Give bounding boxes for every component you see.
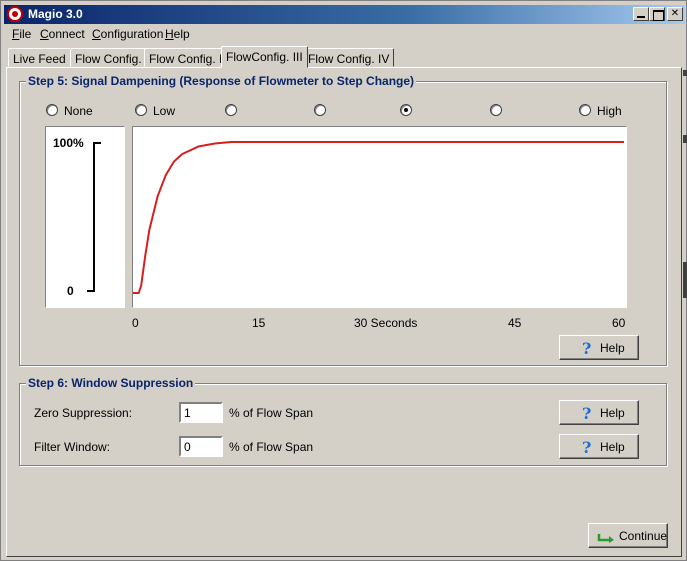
help-label: Help: [600, 440, 625, 454]
right-edge-artifact: [683, 70, 687, 76]
menu-bar: File Connect Configuration Help: [4, 25, 685, 43]
maximize-button[interactable]: [649, 7, 665, 21]
x-tick-15: 15: [252, 316, 266, 330]
scale-bracket: [87, 142, 101, 292]
menu-configuration[interactable]: Configuration: [92, 27, 163, 41]
right-edge-artifact: [683, 262, 687, 298]
help-icon: ?: [582, 339, 592, 358]
close-button[interactable]: ✕: [667, 7, 683, 21]
x-tick-45: 45: [508, 316, 522, 330]
radio-circle[interactable]: [490, 104, 502, 116]
right-edge-artifact: [683, 135, 687, 143]
scale-panel: 100% 0: [45, 126, 125, 308]
radio-circle[interactable]: [579, 104, 591, 116]
app-logo-icon: [7, 6, 23, 22]
continue-arrow-icon: [597, 534, 614, 543]
help-icon: ?: [582, 404, 592, 423]
tab-flow-config-3[interactable]: FlowConfig. III: [221, 46, 308, 68]
continue-button[interactable]: Continue: [588, 523, 668, 548]
window-title: Magio 3.0: [28, 7, 83, 21]
zero-suppression-label: Zero Suppression:: [34, 406, 133, 420]
x-tick-60: 60: [612, 316, 626, 330]
app-window: Magio 3.0 ✕ File Connect Configuration H…: [0, 0, 687, 561]
radio-label: High: [597, 104, 622, 118]
filter-window-label: Filter Window:: [34, 440, 111, 454]
radio-circle[interactable]: [314, 104, 326, 116]
filter-window-unit: % of Flow Span: [229, 440, 314, 454]
menu-file[interactable]: File: [12, 27, 31, 41]
tab-flow-config-1[interactable]: Flow Config. I: [70, 48, 154, 67]
zero-suppression-input[interactable]: [179, 402, 223, 423]
radio-label: None: [64, 104, 93, 118]
radio-circle[interactable]: [135, 104, 147, 116]
filter-window-help-button[interactable]: ? Help: [559, 434, 639, 459]
radio-label: Low: [153, 104, 176, 118]
tab-flow-config-4[interactable]: Flow Config. IV: [303, 48, 395, 67]
radio-circle[interactable]: [225, 104, 237, 116]
tab-flow-config-2[interactable]: Flow Config. II: [144, 48, 231, 67]
menu-connect[interactable]: Connect: [40, 27, 85, 41]
help-icon: ?: [582, 438, 592, 457]
zero-suppression-help-button[interactable]: ? Help: [559, 400, 639, 425]
response-chart-svg: [133, 141, 624, 294]
x-tick-30: 30 Seconds: [354, 316, 418, 330]
radio-circle[interactable]: [400, 104, 412, 116]
zero-suppression-unit: % of Flow Span: [229, 406, 314, 420]
title-bar[interactable]: Magio 3.0 ✕: [4, 5, 685, 24]
step5-title: Step 5: Signal Dampening (Response of Fl…: [26, 74, 417, 88]
response-chart: [132, 126, 627, 308]
step6-title: Step 6: Window Suppression: [26, 376, 196, 390]
scale-top-label: 100%: [53, 136, 84, 150]
help-label: Help: [600, 341, 625, 355]
radio-circle[interactable]: [46, 104, 58, 116]
scale-bottom-label: 0: [67, 284, 74, 298]
help-label: Help: [600, 406, 625, 420]
step-response-curve: [133, 141, 624, 294]
continue-label: Continue: [619, 529, 668, 543]
tab-live-feed[interactable]: Live Feed: [8, 48, 71, 67]
step5-help-button[interactable]: ? Help: [559, 335, 639, 360]
filter-window-input[interactable]: [179, 436, 223, 457]
menu-help[interactable]: Help: [165, 27, 190, 41]
x-tick-0: 0: [132, 316, 139, 330]
minimize-button[interactable]: [633, 7, 649, 21]
